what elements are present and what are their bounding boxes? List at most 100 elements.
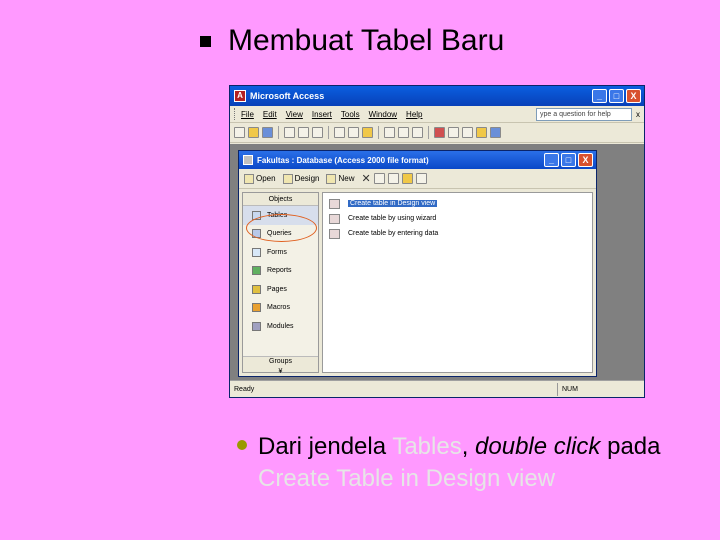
status-text: Ready — [234, 385, 255, 393]
bullet-part1: Dari jendela — [258, 433, 393, 460]
list-item-design-view[interactable]: Create table in Design view — [323, 196, 592, 211]
db-title: Fakultas : Database (Access 2000 file fo… — [257, 155, 429, 165]
bullet-part3: pada — [600, 433, 661, 460]
relationships-icon[interactable] — [462, 127, 473, 138]
menubar: File Edit View Insert Tools Window Help … — [230, 106, 644, 123]
help-search-input[interactable]: ype a question for help — [536, 107, 632, 121]
wizard-icon — [329, 213, 340, 224]
bullet-row: Dari jendela Tables, double click pada C… — [237, 431, 688, 495]
list-item-label: Create table in Design view — [348, 200, 438, 207]
bullet-highlight-design-view: Create Table in Design view — [258, 465, 556, 492]
object-macros[interactable]: Macros — [243, 299, 318, 318]
object-label: Forms — [267, 248, 287, 256]
cut-icon[interactable] — [334, 127, 345, 138]
modules-icon — [252, 321, 261, 331]
open-folder-icon[interactable] — [248, 127, 259, 138]
menu-help[interactable]: Help — [406, 110, 422, 119]
bullet-text: Dari jendela Tables, double click pada C… — [258, 431, 688, 495]
bullet-highlight-tables: Tables — [392, 433, 462, 460]
groups-expand-icon: ¥ — [278, 368, 283, 375]
links-icon[interactable] — [398, 127, 409, 138]
maximize-button[interactable]: □ — [609, 89, 624, 103]
menubar-grip[interactable] — [234, 108, 237, 120]
menu-edit[interactable]: Edit — [263, 110, 277, 119]
objects-pane: Objects Tables Queries Forms Reports Pag… — [242, 192, 319, 375]
db-window-buttons: _ □ X — [544, 153, 596, 167]
slide-title-row: Membuat Tabel Baru — [200, 24, 504, 58]
database-icon — [243, 155, 253, 165]
access-logo-icon: A — [234, 90, 246, 102]
new-icon — [326, 173, 337, 184]
app-title: Microsoft Access — [250, 91, 325, 101]
analyze-icon[interactable] — [412, 127, 423, 138]
toolbar-separator — [378, 126, 379, 139]
toolbar-separator — [428, 126, 429, 139]
slide-title: Membuat Tabel Baru — [228, 24, 505, 57]
square-bullet-icon — [200, 35, 211, 47]
menu-view[interactable]: View — [286, 110, 303, 119]
db-close-button[interactable]: X — [578, 153, 593, 167]
delete-icon[interactable]: ✕ — [362, 172, 371, 185]
object-modules[interactable]: Modules — [243, 317, 318, 336]
db-design-button[interactable]: Design — [282, 173, 320, 184]
object-label: Macros — [267, 304, 290, 312]
paste-icon[interactable] — [362, 127, 373, 138]
pages-icon — [252, 284, 261, 294]
statusbar: Ready NUM — [230, 380, 644, 397]
groups-header[interactable]: Groups ¥ — [243, 356, 318, 375]
minimize-button[interactable]: _ — [592, 89, 607, 103]
save-icon[interactable] — [262, 127, 273, 138]
app-workspace: Fakultas : Database (Access 2000 file fo… — [230, 144, 644, 380]
objects-header[interactable]: Objects — [243, 193, 318, 206]
print-icon[interactable] — [284, 127, 295, 138]
spelling-icon[interactable] — [312, 127, 323, 138]
menu-tools[interactable]: Tools — [341, 110, 360, 119]
details-view-icon[interactable] — [415, 173, 427, 184]
help-icon[interactable] — [490, 127, 501, 138]
new-file-icon[interactable] — [234, 127, 245, 138]
database-window: Fakultas : Database (Access 2000 file fo… — [238, 150, 597, 377]
db-maximize-button[interactable]: □ — [561, 153, 576, 167]
close-button[interactable]: X — [626, 89, 641, 103]
tables-highlight-ring — [246, 214, 317, 242]
object-label: Reports — [267, 267, 292, 275]
db-minimize-button[interactable]: _ — [544, 153, 559, 167]
db-design-label: Design — [294, 174, 320, 183]
list-item-label: Create table by using wizard — [348, 215, 437, 222]
num-lock-indicator: NUM — [557, 382, 578, 396]
properties-icon[interactable] — [448, 127, 459, 138]
forms-icon — [252, 247, 261, 257]
menu-file[interactable]: File — [241, 110, 254, 119]
app-window-buttons: _ □ X — [592, 89, 644, 103]
object-reports[interactable]: Reports — [243, 262, 318, 281]
reports-icon — [252, 266, 261, 276]
menu-close-icon[interactable]: x — [636, 110, 640, 119]
list-item-label: Create table by entering data — [348, 230, 439, 237]
db-body: Objects Tables Queries Forms Reports Pag… — [242, 192, 593, 375]
small-icons-icon[interactable] — [387, 173, 399, 184]
list-view-icon[interactable] — [401, 173, 413, 184]
list-item-wizard[interactable]: Create table by using wizard — [323, 211, 592, 226]
menu-window[interactable]: Window — [369, 110, 397, 119]
copy-icon[interactable] — [348, 127, 359, 138]
macros-icon — [252, 303, 261, 313]
large-icons-icon[interactable] — [373, 173, 385, 184]
db-open-button[interactable]: Open — [244, 173, 276, 184]
db-titlebar: Fakultas : Database (Access 2000 file fo… — [239, 151, 596, 169]
new-object-icon[interactable] — [476, 127, 487, 138]
design-view-icon — [329, 198, 340, 209]
design-icon — [282, 173, 293, 184]
menu-insert[interactable]: Insert — [312, 110, 332, 119]
undo-icon[interactable] — [384, 127, 395, 138]
code-icon[interactable] — [434, 127, 445, 138]
print-preview-icon[interactable] — [298, 127, 309, 138]
db-new-button[interactable]: New — [326, 173, 355, 184]
access-app-window: A Microsoft Access _ □ X File Edit View … — [229, 85, 645, 398]
toolbar-separator — [278, 126, 279, 139]
list-item-entering-data[interactable]: Create table by entering data — [323, 226, 592, 241]
object-pages[interactable]: Pages — [243, 280, 318, 299]
object-forms[interactable]: Forms — [243, 243, 318, 262]
open-icon — [244, 173, 254, 184]
object-label: Modules — [267, 322, 294, 330]
round-bullet-icon — [237, 440, 247, 450]
